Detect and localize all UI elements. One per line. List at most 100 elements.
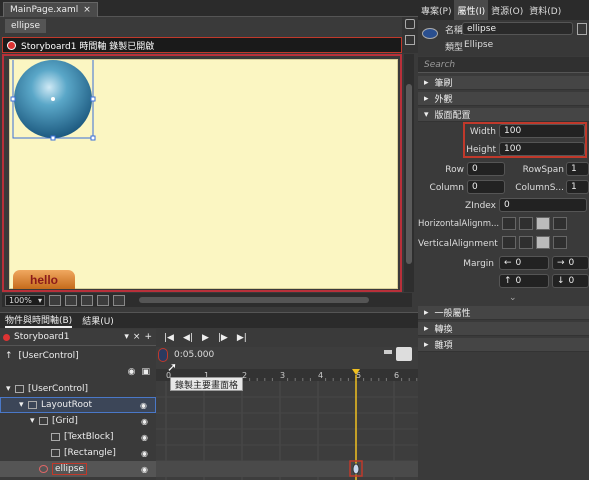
record-icon[interactable] (7, 40, 16, 50)
align-stretch-icon[interactable] (553, 217, 567, 230)
eye-icon[interactable]: ◉ (140, 401, 147, 410)
pin-icon[interactable] (405, 19, 415, 29)
margin-bottom-value: 0 (568, 276, 575, 286)
tree-expand-icon[interactable]: ▾ (6, 384, 15, 394)
property-search[interactable]: Search (418, 57, 589, 73)
tree-item[interactable]: ▾ LayoutRoot ◉ (0, 397, 156, 413)
width-field[interactable]: 100 (499, 124, 585, 138)
artboard[interactable] (9, 59, 398, 289)
valign-bottom-icon[interactable] (536, 236, 550, 249)
category-common[interactable]: ▸ 一般屬性 (418, 306, 589, 320)
zindex-label: ZIndex (465, 201, 496, 211)
eye-icon[interactable]: ◉ (141, 449, 148, 458)
tab-results[interactable]: 結果(U) (82, 314, 114, 327)
events-icon[interactable] (577, 23, 587, 35)
rowspan-field[interactable]: 1 (566, 162, 589, 176)
category-appearance[interactable]: ▸ 外觀 (418, 92, 589, 106)
split-view-icon[interactable] (405, 35, 415, 45)
margin-top-field[interactable]: ↑ 0 (499, 274, 549, 288)
tree-expand-icon[interactable]: ▾ (19, 400, 28, 410)
recording-status: Storyboard1 時間軸 錄製已開啟 (21, 41, 155, 52)
align-right-icon[interactable] (536, 217, 550, 230)
tree-item[interactable]: [TextBlock] ◉ (0, 429, 156, 445)
tree-item[interactable]: ellipse ◉ (0, 461, 156, 477)
previous-frame-icon[interactable]: ◀| (183, 333, 193, 343)
next-frame-icon[interactable]: |▶ (218, 333, 228, 343)
ellipse-track (156, 461, 418, 477)
close-icon[interactable]: × (83, 5, 91, 15)
tree-expand-icon[interactable]: ▾ (30, 416, 39, 426)
eye-icon[interactable]: ◉ (141, 433, 148, 442)
tree-item[interactable]: [Rectangle] ◉ (0, 445, 156, 461)
last-frame-icon[interactable]: ▶| (237, 333, 247, 343)
right-tab-2[interactable]: 資源(O) (488, 0, 526, 20)
grid-icon[interactable] (65, 294, 77, 306)
tree-item-label: LayoutRoot (41, 400, 92, 410)
category-label: 筆刷 (434, 79, 453, 89)
lock-icon[interactable]: ▣ (141, 367, 150, 377)
margin-right-field[interactable]: → 0 (552, 256, 589, 270)
margin-bottom-field[interactable]: ↓ 0 (552, 274, 589, 288)
snap-lines-icon[interactable] (97, 294, 109, 306)
breadcrumb-ellipse[interactable]: ellipse (5, 19, 46, 33)
first-frame-icon[interactable]: |◀ (164, 333, 174, 343)
valign-stretch-icon[interactable] (553, 236, 567, 249)
tab-objects-timeline[interactable]: 物件與時間軸(B) (5, 313, 73, 328)
category-brush[interactable]: ▸ 筆刷 (418, 76, 589, 90)
resize-handle-corner[interactable] (90, 135, 96, 141)
timeline-area: 0:05.000 0123456 (156, 347, 418, 480)
eye-icon[interactable]: ◉ (141, 465, 148, 474)
effects-toggle-icon[interactable] (49, 294, 61, 306)
zindex-field[interactable]: 0 (499, 198, 587, 212)
properties-empty-area (418, 353, 589, 480)
category-misc[interactable]: ▸ 雜項 (418, 338, 589, 352)
right-tab-0[interactable]: 專案(P) (418, 0, 454, 20)
align-left-icon[interactable] (502, 217, 516, 230)
close-storyboard-icon[interactable]: × (133, 332, 141, 342)
height-field[interactable]: 100 (499, 142, 585, 156)
right-tab-3[interactable]: 資料(D) (526, 0, 564, 20)
margin-right-value: 0 (568, 258, 575, 268)
category-transform[interactable]: ▸ 轉換 (418, 322, 589, 336)
tree-item-label: [TextBlock] (64, 432, 114, 442)
width-label: Width (469, 127, 496, 137)
horizontal-scrollbar[interactable] (139, 297, 369, 303)
properties-header: 名稱 ellipse 類型 Ellipse (418, 20, 589, 56)
vertical-scrollbar[interactable] (404, 54, 414, 292)
center-point (51, 97, 55, 101)
resize-handle-left[interactable] (10, 96, 16, 102)
column-field[interactable]: 0 (467, 180, 505, 194)
tick-label: 3 (280, 371, 285, 380)
annotation-icon[interactable] (113, 294, 125, 306)
play-icon[interactable]: ▶ (202, 333, 209, 343)
align-center-icon[interactable] (519, 217, 533, 230)
right-tab-1[interactable]: 屬性(I) (454, 0, 489, 20)
chevron-down-icon[interactable]: ▾ (124, 332, 129, 342)
snap-grid-icon[interactable] (81, 294, 93, 306)
valign-center-icon[interactable] (519, 236, 533, 249)
scroll-thumb[interactable] (406, 84, 412, 264)
doc-tab-mainpage[interactable]: MainPage.xaml × (3, 2, 98, 17)
mouse-cursor-icon: ➚ (167, 360, 178, 374)
resize-handle-right[interactable] (90, 96, 96, 102)
usercontrol-scope[interactable]: ↑ [UserControl] (0, 348, 156, 364)
recording-bar: Storyboard1 時間軸 錄製已開啟 (2, 37, 402, 53)
row-field[interactable]: 0 (467, 162, 505, 176)
storyboard-name[interactable]: Storyboard1 (14, 332, 70, 342)
expand-advanced-icon[interactable]: ⌄ (509, 293, 517, 303)
valign-top-icon[interactable] (502, 236, 516, 249)
columnspan-field[interactable]: 1 (566, 180, 589, 194)
eye-icon[interactable]: ◉ (128, 367, 136, 377)
tree-item[interactable]: ▾ [Grid] ◉ (0, 413, 156, 429)
tree-item[interactable]: ▾ [UserControl] (0, 381, 156, 397)
zoom-select[interactable]: 100% ▾ (5, 294, 45, 306)
name-field[interactable]: ellipse (462, 22, 573, 35)
eye-icon[interactable]: ◉ (141, 417, 148, 426)
add-storyboard-icon[interactable]: + (144, 332, 152, 342)
hello-button[interactable]: hello (13, 270, 75, 289)
category-layout[interactable]: ▾ 版面配置 (418, 108, 589, 122)
record-indicator-icon (3, 333, 10, 341)
margin-left-field[interactable]: ← 0 (499, 256, 549, 270)
scope-up-icon[interactable]: ↑ (5, 351, 13, 361)
resize-handle-bottom[interactable] (50, 135, 56, 141)
